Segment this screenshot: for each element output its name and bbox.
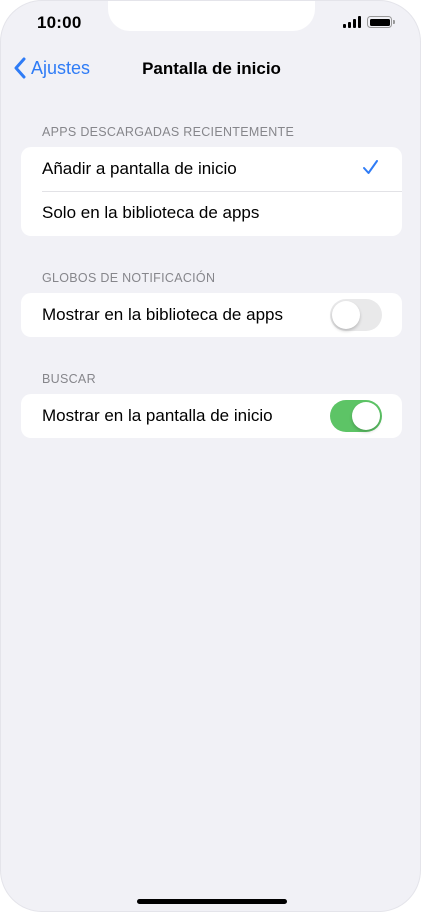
option-label: Añadir a pantalla de inicio xyxy=(42,159,237,178)
option-label: Solo en la biblioteca de apps xyxy=(42,203,260,222)
search-toggle[interactable] xyxy=(330,400,382,432)
search-group: Mostrar en la pantalla de inicio xyxy=(21,394,402,438)
badges-group: Mostrar en la biblioteca de apps xyxy=(21,293,402,337)
home-indicator[interactable] xyxy=(137,899,287,904)
notch xyxy=(108,1,315,31)
option-add-to-home[interactable]: Añadir a pantalla de inicio xyxy=(21,147,402,191)
phone-screen: 10:00 Ajustes Pantalla de inicio APPS DE… xyxy=(0,0,421,912)
recent-apps-group: Añadir a pantalla de inicio Solo en la b… xyxy=(21,147,402,236)
battery-icon xyxy=(367,16,395,28)
badges-toggle[interactable] xyxy=(330,299,382,331)
toggle-knob xyxy=(352,402,380,430)
checkmark-icon xyxy=(363,160,378,174)
page-title: Pantalla de inicio xyxy=(142,59,281,78)
badges-row: Mostrar en la biblioteca de apps xyxy=(21,293,402,337)
toggle-knob xyxy=(332,301,360,329)
search-row: Mostrar en la pantalla de inicio xyxy=(21,394,402,438)
badges-label: Mostrar en la biblioteca de apps xyxy=(42,305,283,324)
search-label: Mostrar en la pantalla de inicio xyxy=(42,406,273,425)
navigation-bar: Ajustes Pantalla de inicio xyxy=(1,51,420,87)
option-library-only[interactable]: Solo en la biblioteca de apps xyxy=(21,191,402,235)
section-header-badges: GLOBOS DE NOTIFICACIÓN xyxy=(42,271,216,285)
cellular-signal-icon xyxy=(343,16,361,28)
section-header-search: BUSCAR xyxy=(42,372,96,386)
status-icons xyxy=(343,16,395,28)
status-time: 10:00 xyxy=(37,13,82,32)
section-header-recent-apps: APPS DESCARGADAS RECIENTEMENTE xyxy=(42,125,295,139)
